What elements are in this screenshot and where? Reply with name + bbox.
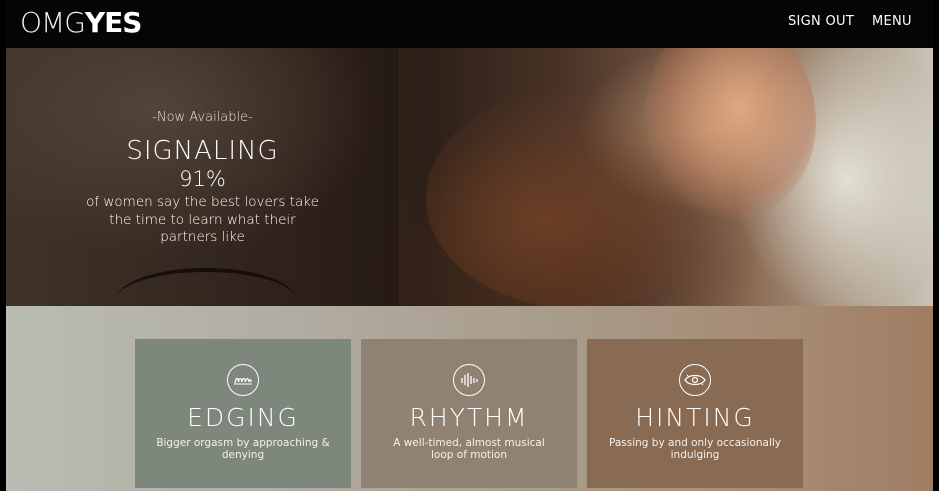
card-hinting-title: HINTING: [635, 403, 755, 432]
top-navigation-bar: OMGYES SIGN OUT MENU: [6, 0, 933, 48]
card-edging-description: Bigger orgasm by approaching & denying: [156, 437, 330, 461]
hero-photo-face: [646, 48, 816, 218]
techniques-section: EDGING Bigger orgasm by approaching & de…: [6, 306, 933, 491]
card-rhythm-description: A well-timed, almost musical loop of mot…: [393, 437, 545, 461]
hero-title: SIGNALING: [126, 136, 279, 166]
hero-banner[interactable]: -Now Available- SIGNALING 91% of women s…: [6, 48, 933, 306]
sign-out-link[interactable]: SIGN OUT: [788, 14, 854, 29]
page-frame: OMGYES SIGN OUT MENU -Now Available- SIG…: [6, 0, 933, 491]
card-hinting[interactable]: HINTING Passing by and only occasionally…: [587, 339, 803, 488]
hero-statistic: 91%: [179, 167, 226, 191]
hero-description: of women say the best lovers take the ti…: [86, 194, 319, 245]
hero-text-block: -Now Available- SIGNALING 91% of women s…: [6, 48, 399, 306]
eye-loop-icon: [679, 364, 711, 396]
card-edging[interactable]: EDGING Bigger orgasm by approaching & de…: [135, 339, 351, 488]
rhythm-bars-icon: [453, 364, 485, 396]
omgyes-logo[interactable]: OMGYES: [20, 6, 143, 39]
card-edging-title: EDGING: [187, 403, 299, 432]
wave-edging-icon: [227, 364, 259, 396]
card-rhythm[interactable]: RHYTHM A well-timed, almost musical loop…: [361, 339, 577, 488]
logo-yes-text: YES: [84, 6, 143, 39]
card-rhythm-title: RHYTHM: [409, 403, 529, 432]
menu-button[interactable]: MENU: [872, 14, 912, 29]
availability-label: -Now Available-: [152, 110, 253, 125]
card-hinting-description: Passing by and only occasionally indulgi…: [608, 437, 782, 461]
logo-omg-text: OMG: [20, 6, 86, 39]
